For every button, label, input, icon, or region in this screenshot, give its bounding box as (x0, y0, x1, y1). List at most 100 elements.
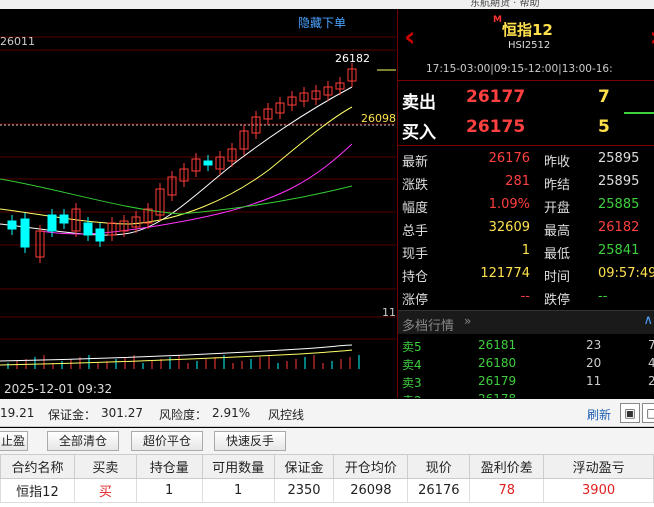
depth-price: 26178 (478, 392, 516, 398)
stat-value: -- (598, 289, 608, 304)
positions-table: 合约名称 买卖 持仓量 可用数量 保证金 开仓均价 现价 盈利价差 浮动盈亏 恒指12 买 1 1 23… (0, 454, 654, 507)
depth-label: 卖2 (402, 392, 422, 398)
kline-chart-svg (0, 36, 396, 369)
contract-name: 恒指12 (502, 21, 553, 39)
column-header[interactable]: 浮动盈亏 (543, 454, 654, 479)
candle-body (203, 160, 213, 166)
kline-chart[interactable]: 隐藏下单 26011 26182 26098 11 2025-12-01 09:… (0, 9, 396, 398)
table-cell: 买 (73, 478, 137, 503)
column-header[interactable]: 保证金 (273, 454, 335, 479)
depth-label: 卖5 (402, 340, 422, 354)
balance-value: 19.21 (0, 406, 35, 420)
stat-value: 1.09% (488, 197, 530, 212)
column-header[interactable]: 持仓量 (135, 454, 203, 479)
stat-label: 开盘 (544, 201, 571, 216)
depth-row[interactable]: 卖3 26179 11 2 (398, 372, 654, 390)
depth-volume: 20 (586, 356, 602, 370)
candle-body (95, 228, 105, 242)
margin-label: 保证金： (48, 408, 97, 422)
quote-stat-row: 总手 32609 最高 26182 (398, 216, 654, 239)
stat-value: 09:57:49 (598, 266, 654, 281)
candle-body (20, 218, 30, 248)
chevron-up-icon[interactable]: ∧ (643, 313, 653, 328)
take-profit-button[interactable]: 止盈 (0, 431, 28, 451)
volume-ma-line (0, 344, 353, 362)
depth-extra: 4 (648, 356, 654, 370)
ma5-line (0, 86, 353, 236)
table-header-row: 合约名称 买卖 持仓量 可用数量 保证金 开仓均价 现价 盈利价差 浮动盈亏 (0, 454, 654, 479)
depth-extra: 2 (648, 374, 654, 388)
column-header[interactable]: 买卖 (73, 454, 137, 479)
depth-price: 26181 (478, 338, 517, 352)
stat-label: 涨跌 (402, 178, 429, 193)
stat-label: 幅度 (402, 201, 429, 216)
close-all-button[interactable]: 全部清仓 (47, 431, 119, 451)
unlock-icon[interactable]: □ (642, 403, 654, 423)
stat-value: 26182 (598, 220, 640, 235)
stat-value: 121774 (480, 266, 530, 281)
ask-label: 卖出 (402, 93, 436, 113)
table-cell: 78 (469, 478, 545, 503)
ask-row[interactable]: 卖出 26177 7 (398, 84, 654, 114)
prev-contract-icon[interactable]: ‹ (404, 23, 416, 51)
depth-price: 26179 (478, 374, 517, 388)
chart-timestamp: 2025-12-01 09:32 (4, 382, 113, 396)
refresh-button[interactable]: 刷新 (587, 406, 611, 423)
ask-volume: 7 (598, 87, 610, 107)
lock-icon[interactable]: ▣ (620, 403, 640, 423)
margin-value: 301.27 (101, 406, 143, 420)
stat-value: 32609 (488, 220, 530, 235)
quote-stat-row: 幅度 1.09% 开盘 25885 (398, 193, 654, 216)
divider (398, 80, 654, 81)
depth-row[interactable]: 卖4 26180 20 4 (398, 354, 654, 372)
stat-value: 25895 (598, 151, 640, 166)
hide-orders-link[interactable]: 隐藏下单 (298, 14, 346, 31)
stat-label: 现手 (402, 247, 429, 262)
column-header[interactable]: 现价 (407, 454, 471, 479)
table-cell: 1 (201, 478, 275, 503)
bid-label: 买入 (402, 123, 436, 143)
risk-label: 风险度： (159, 408, 208, 422)
candle-body (47, 214, 57, 232)
chevron-double-down-icon[interactable]: » (464, 314, 471, 328)
stat-value: -- (520, 289, 530, 304)
super-price-close-button[interactable]: 超价平仓 (131, 431, 203, 451)
account-info-bar: 19.21 保证金： 301.27 风险度： 2.91% 风控线 刷新 ▣ □ (0, 399, 654, 427)
depth-row[interactable]: 卖5 26181 23 7 (398, 336, 654, 354)
volume-scale-label: 11 (382, 306, 396, 319)
quote-stat-row: 持仓 121774 时间 09:57:49 (398, 262, 654, 285)
depth-label: 卖4 (402, 358, 422, 372)
stat-label: 持仓 (402, 270, 429, 285)
column-header[interactable]: 开仓均价 (333, 454, 409, 479)
depth-volume: 11 (586, 374, 602, 388)
bid-price: 26175 (466, 117, 526, 137)
stat-label: 昨结 (544, 178, 571, 193)
stat-value: 281 (505, 174, 530, 189)
column-header[interactable]: 可用数量 (201, 454, 275, 479)
bid-volume: 5 (598, 117, 610, 137)
stat-label: 总手 (402, 224, 429, 239)
m-badge: M (493, 15, 502, 25)
risk-value: 2.91% (212, 406, 251, 420)
depth-title: 多档行情 (402, 319, 455, 334)
depth-row[interactable]: 卖2 26178 (398, 390, 654, 398)
table-cell: 26176 (407, 478, 471, 503)
stat-label: 最高 (544, 224, 571, 239)
quote-stat-row: 涨跌 281 昨结 25895 (398, 170, 654, 193)
top-strip: 东航期货 · 帮助 (0, 0, 654, 9)
depth-header: 多档行情 » ∧ (398, 310, 654, 334)
table-cell: 26098 (333, 478, 409, 503)
table-row[interactable]: 恒指12 买 1 1 2350 26098 26176 78 3900 (0, 478, 654, 503)
column-header[interactable]: 盈利价差 (469, 454, 545, 479)
column-header[interactable]: 合约名称 (0, 454, 75, 479)
stat-label: 昨收 (544, 155, 571, 170)
quote-panel: ‹ M 恒指12 HSI2512 › 17:15-03:00|09:15-12:… (397, 9, 654, 398)
bid-row[interactable]: 买入 26175 5 (398, 114, 654, 144)
depth-price: 26180 (478, 356, 517, 370)
next-contract-icon[interactable]: › (649, 23, 654, 51)
table-cell: 1 (135, 478, 203, 503)
contract-code: HSI2512 (508, 40, 551, 51)
table-cell: 2350 (273, 478, 335, 503)
quick-reverse-button[interactable]: 快速反手 (214, 431, 286, 451)
price-label-left: 26011 (0, 35, 35, 48)
